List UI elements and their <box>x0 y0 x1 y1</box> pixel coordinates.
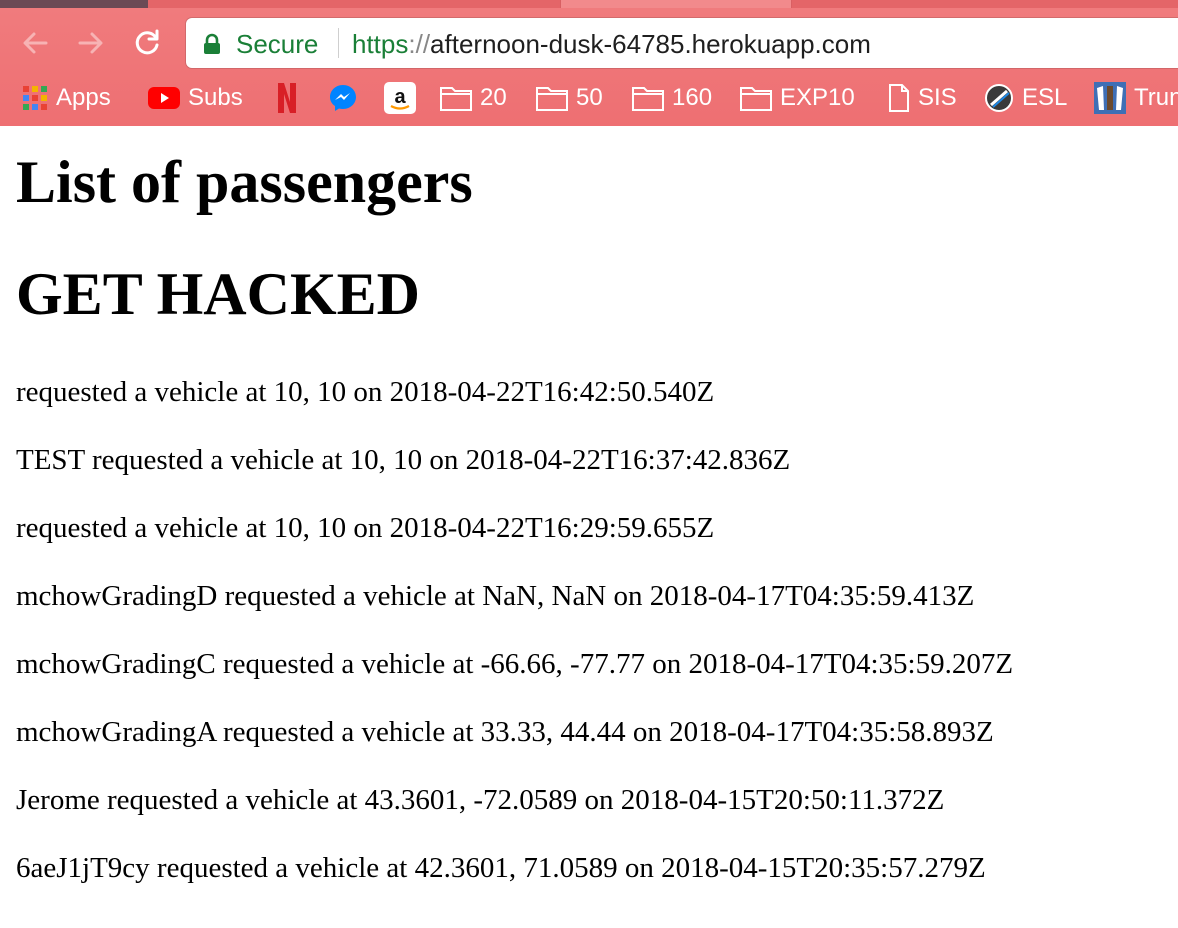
passenger-entry: mchowGradingA requested a vehicle at 33.… <box>16 716 994 748</box>
url-separator: :// <box>408 29 431 59</box>
bookmark-subs[interactable]: Subs <box>148 80 243 116</box>
youtube-icon <box>148 86 180 110</box>
bookmark-label: Subs <box>188 84 243 111</box>
folder-icon <box>440 85 472 111</box>
tab-strip <box>0 0 1178 8</box>
lock-icon <box>204 33 220 54</box>
url-scheme: https <box>352 29 409 59</box>
security-label[interactable]: Secure <box>236 29 318 60</box>
browser-toolbar: Secure https://afternoon-dusk-64785.hero… <box>0 0 1178 126</box>
passenger-entry: mchowGradingC requested a vehicle at -66… <box>16 648 1014 680</box>
passenger-entry: requested a vehicle at 10, 10 on 2018-04… <box>16 512 715 544</box>
bookmarks-bar: Apps Subs a 20 50 160 EXP10 SIS ESL Trun <box>22 80 1178 116</box>
folder-icon <box>632 85 664 111</box>
url-host: afternoon-dusk-64785.herokuapp.com <box>430 29 871 59</box>
tufts-logo-icon <box>1094 82 1126 114</box>
banner-heading: GET HACKED <box>16 261 420 327</box>
bookmark-amazon[interactable]: a <box>384 80 416 116</box>
bookmark-folder-50[interactable]: 50 <box>536 80 603 116</box>
passenger-entry: mchowGradingD requested a vehicle at NaN… <box>16 580 975 612</box>
document-icon <box>888 84 910 112</box>
arrow-left-icon <box>23 32 48 54</box>
tab[interactable] <box>560 0 792 8</box>
bookmark-messenger[interactable] <box>328 80 358 116</box>
bookmark-label: 50 <box>576 84 603 111</box>
bookmark-label: Trun <box>1134 84 1178 111</box>
bookmark-esl[interactable]: ESL <box>984 80 1067 116</box>
esl-logo-icon <box>984 83 1014 113</box>
bookmark-folder-exp10[interactable]: EXP10 <box>740 80 855 116</box>
svg-text:a: a <box>394 86 406 108</box>
bookmark-label: 160 <box>672 84 713 111</box>
bookmark-trunk[interactable]: Trun <box>1094 80 1178 116</box>
forward-button[interactable] <box>74 26 108 60</box>
folder-icon <box>740 85 772 111</box>
passenger-entry: 6aeJ1jT9cy requested a vehicle at 42.360… <box>16 852 986 884</box>
bookmark-label: Apps <box>56 84 111 111</box>
bookmark-folder-20[interactable]: 20 <box>440 80 507 116</box>
bookmark-apps[interactable]: Apps <box>22 80 111 116</box>
back-button[interactable] <box>18 26 52 60</box>
bookmark-label: EXP10 <box>780 84 855 111</box>
reload-button[interactable] <box>130 26 164 60</box>
passenger-entry: Jerome requested a vehicle at 43.3601, -… <box>16 784 945 816</box>
bookmark-label: SIS <box>918 84 957 111</box>
bookmark-label: ESL <box>1022 84 1068 111</box>
netflix-icon <box>276 82 298 114</box>
apps-grid-icon <box>22 85 48 111</box>
arrow-right-icon <box>78 32 103 54</box>
bookmark-label: 20 <box>480 84 507 111</box>
passenger-entry: requested a vehicle at 10, 10 on 2018-04… <box>16 376 715 408</box>
reload-icon <box>135 29 159 55</box>
tab[interactable] <box>0 0 148 8</box>
bookmark-folder-160[interactable]: 160 <box>632 80 712 116</box>
bookmark-sis[interactable]: SIS <box>888 80 957 116</box>
amazon-icon: a <box>384 82 416 114</box>
address-bar[interactable]: Secure https://afternoon-dusk-64785.hero… <box>186 18 1178 68</box>
bookmark-netflix[interactable] <box>276 80 298 116</box>
folder-icon <box>536 85 568 111</box>
page-title: List of passengers <box>16 149 473 215</box>
messenger-icon <box>328 83 358 113</box>
url-text[interactable]: https://afternoon-dusk-64785.herokuapp.c… <box>352 29 871 60</box>
passenger-entry: TEST requested a vehicle at 10, 10 on 20… <box>16 444 791 476</box>
divider <box>338 28 339 58</box>
